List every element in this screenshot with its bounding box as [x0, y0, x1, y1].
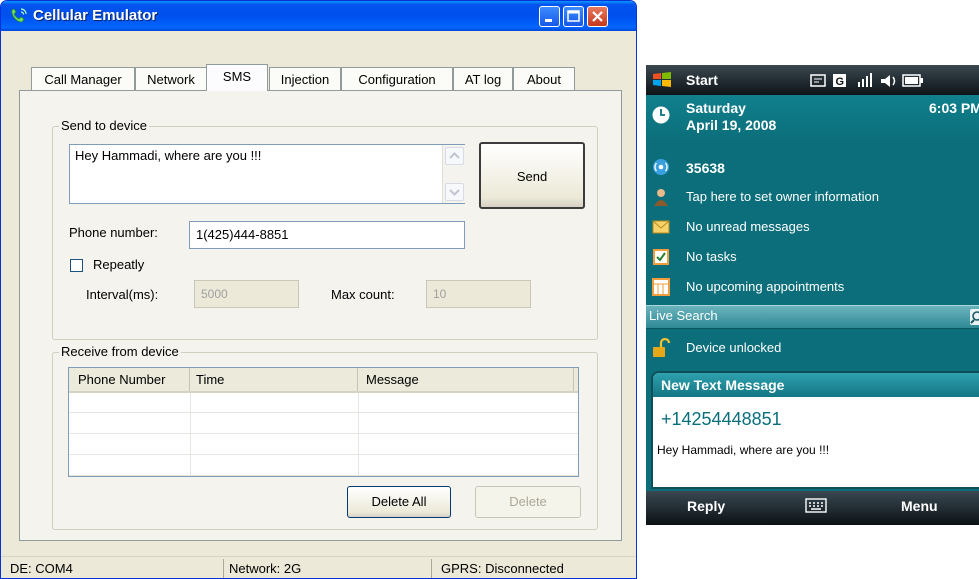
calendar-icon [652, 278, 670, 296]
clock-icon [652, 106, 670, 124]
close-icon [588, 7, 607, 26]
send-button[interactable]: Send [479, 142, 585, 209]
live-search-button[interactable] [970, 309, 979, 325]
appointments-text: No upcoming appointments [686, 279, 845, 294]
device-status-icons: G [810, 73, 970, 89]
cellular-emulator-window: Cellular Emulator Call Manager Network S… [0, 0, 637, 579]
status-gprs: GPRS: Disconnected [431, 559, 631, 578]
today-date: April 19, 2008 [686, 117, 777, 133]
notification-sender[interactable]: +14254448851 [661, 409, 782, 430]
tab-configuration[interactable]: Configuration [341, 67, 453, 90]
message-textarea[interactable]: Hey Hammadi, where are you !!! [69, 144, 465, 204]
unlocked-padlock-icon [653, 337, 670, 357]
tab-call-manager[interactable]: Call Manager [31, 67, 135, 90]
start-button[interactable]: Start [686, 72, 718, 88]
carrier-number: 35638 [686, 160, 725, 176]
column-header-phone-number[interactable]: Phone Number [69, 368, 190, 391]
minimize-icon [540, 7, 559, 26]
maximize-icon [564, 7, 583, 26]
device-screen: Start G Saturday April 19, 2008 6:03 PM … [646, 65, 979, 525]
send-group-label: Send to device [59, 118, 150, 133]
column-header-message[interactable]: Message [358, 368, 574, 391]
minimize-button[interactable] [539, 6, 560, 27]
today-time: 6:03 PM [929, 100, 979, 116]
notification-body: Hey Hammadi, where are you !!! [657, 443, 830, 457]
status-network: Network: 2G [223, 559, 423, 578]
phone-number-input[interactable]: 1(425)444-8851 [189, 221, 465, 249]
maximize-button[interactable] [563, 6, 584, 27]
max-count-input[interactable]: 10 [426, 280, 531, 308]
device-lock-text: Device unlocked [686, 340, 782, 355]
scroll-down-button[interactable] [445, 183, 464, 201]
keyboard-icon[interactable] [805, 498, 827, 514]
live-search-label: Live Search [649, 308, 718, 323]
delete-all-button[interactable]: Delete All [347, 486, 451, 518]
interval-input[interactable]: 5000 [194, 280, 299, 308]
scroll-up-button[interactable] [445, 147, 464, 165]
today-day: Saturday [686, 100, 746, 116]
window-title: Cellular Emulator [33, 7, 158, 24]
chevron-up-icon [449, 152, 460, 159]
owner-info-text: Tap here to set owner information [686, 189, 879, 204]
receive-group-label: Receive from device [59, 344, 181, 359]
svg-text:G: G [836, 76, 845, 88]
max-count-label: Max count: [331, 287, 395, 302]
gprs-icon: G [833, 74, 846, 88]
phone-icon [11, 8, 27, 23]
tasks-text: No tasks [686, 249, 737, 264]
chevron-down-icon [449, 189, 460, 196]
envelope-icon [652, 220, 670, 234]
message-scrollbar[interactable] [442, 145, 465, 203]
signal-strength-icon [858, 73, 872, 87]
new-message-notification[interactable]: New Text Message +14254448851 Hey Hammad… [651, 371, 979, 489]
close-button[interactable] [587, 6, 608, 27]
tab-sms[interactable]: SMS [206, 64, 268, 91]
title-bar[interactable]: Cellular Emulator [1, 1, 636, 31]
notification-title: New Text Message [661, 377, 785, 393]
interval-label: Interval(ms): [86, 287, 159, 302]
tab-about[interactable]: About [513, 67, 575, 90]
repeatly-label: Repeatly [93, 257, 145, 272]
volume-icon [881, 75, 896, 87]
reply-softkey[interactable]: Reply [687, 498, 725, 514]
menu-softkey[interactable]: Menu [901, 498, 938, 514]
column-header-time[interactable]: Time [190, 368, 358, 391]
tasks-checklist-icon [653, 249, 669, 265]
tab-injection[interactable]: Injection [269, 67, 341, 90]
windows-flag-icon[interactable] [652, 71, 672, 89]
delete-button[interactable]: Delete [475, 486, 581, 518]
repeatly-checkbox[interactable] [70, 259, 83, 272]
messages-text: No unread messages [686, 219, 810, 234]
phone-number-label: Phone number: [69, 225, 158, 240]
received-messages-table[interactable]: Phone Number Time Message [68, 367, 579, 477]
battery-icon [902, 74, 923, 87]
table-body [69, 393, 578, 476]
tab-at-log[interactable]: AT log [453, 67, 513, 90]
search-icon [970, 311, 979, 324]
message-text: Hey Hammadi, where are you !!! [75, 148, 262, 163]
tab-network[interactable]: Network [135, 67, 207, 90]
owner-person-icon [654, 189, 668, 206]
data-connection-icon [810, 74, 826, 87]
antenna-icon [653, 159, 669, 175]
status-de: DE: COM4 [10, 561, 73, 576]
